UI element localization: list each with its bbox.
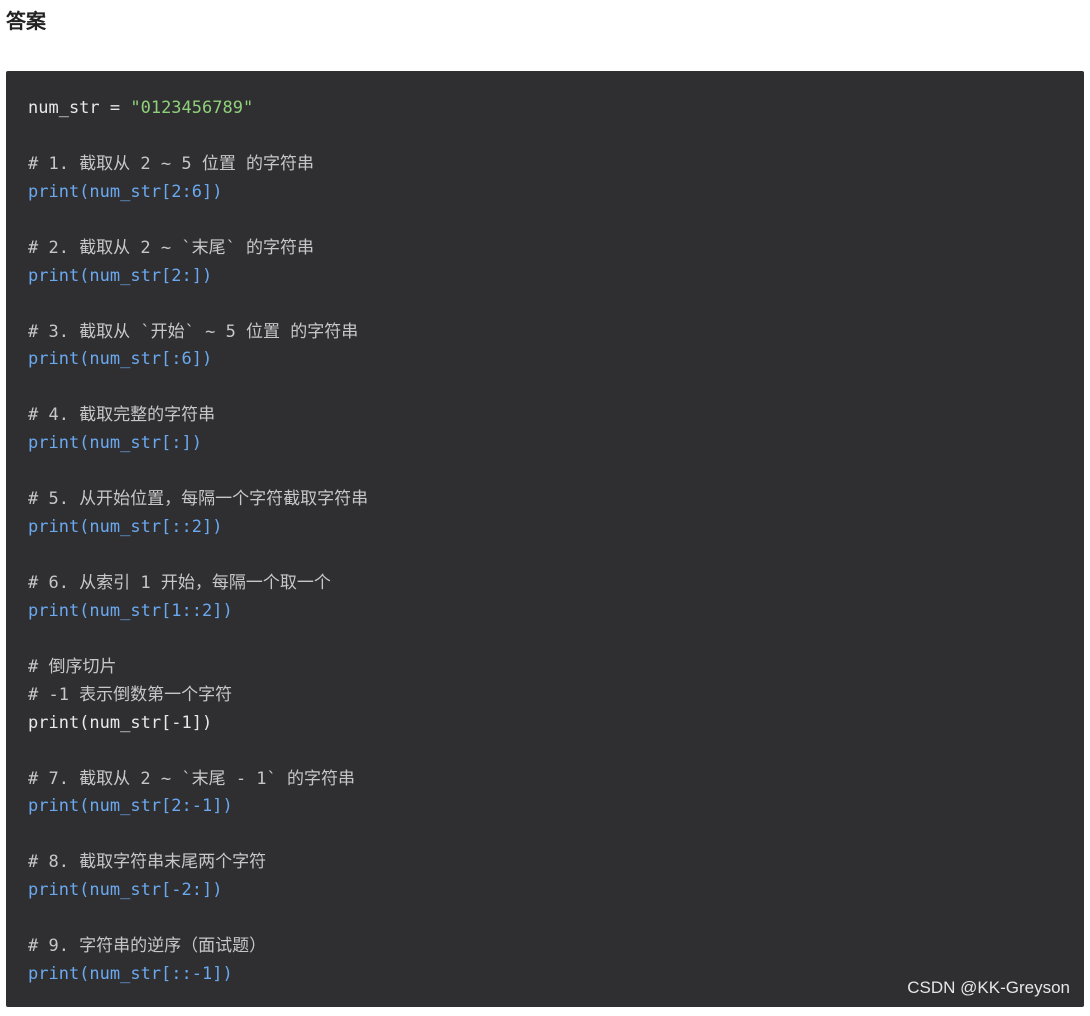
code-token: # 7. 截取从 2 ~ `末尾 - 1` 的字符串 [28,768,355,789]
code-line: print(num_str[2:6]) [28,179,1062,207]
code-line: # 9. 字符串的逆序（面试题） [28,933,1062,961]
code-line: print(num_str[1::2]) [28,598,1062,626]
code-token: # -1 表示倒数第一个字符 [28,684,233,705]
code-token: print(num_str[::-1]) [28,964,233,985]
code-line: print(num_str[:]) [28,430,1062,458]
code-token: # 1. 截取从 2 ~ 5 位置 的字符串 [28,153,315,174]
code-line: # -1 表示倒数第一个字符 [28,682,1062,710]
section-heading: 答案 [6,9,46,33]
code-token: # 2. 截取从 2 ~ `末尾` 的字符串 [28,237,315,258]
code-token: # 6. 从索引 1 开始，每隔一个取一个 [28,572,331,593]
code-line: # 2. 截取从 2 ~ `末尾` 的字符串 [28,235,1062,263]
code-token: print(num_str[2:6]) [28,181,223,202]
code-token: num_str = [28,98,131,118]
code-token: print(num_str[:6]) [28,349,213,370]
code-token: # 5. 从开始位置，每隔一个字符截取字符串 [28,489,369,510]
code-line: print(num_str[2:-1]) [28,793,1062,821]
code-token: # 4. 截取完整的字符串 [28,405,216,426]
code-line: num_str = "0123456789" [28,95,1062,123]
watermark: CSDN @KK-Greyson [907,978,1070,997]
code-token: # 3. 截取从 `开始` ~ 5 位置 的字符串 [28,321,359,342]
code-token: print(num_str[-1]) [28,712,213,733]
code-token: print(num_str[1::2]) [28,600,233,621]
code-line: # 4. 截取完整的字符串 [28,402,1062,430]
code-token: print(num_str[-2:]) [28,880,223,901]
page: 答案 num_str = "0123456789" # 1. 截取从 2 ~ 5 … [0,0,1090,1016]
code-token: print(num_str[::2]) [28,517,223,538]
code-block[interactable]: num_str = "0123456789" # 1. 截取从 2 ~ 5 位置 … [6,71,1084,1007]
code-token: # 8. 截取字符串末尾两个字符 [28,852,267,873]
code-line: print(num_str[-1]) [28,710,1062,738]
code-token: # 9. 字符串的逆序（面试题） [28,936,267,957]
code-line: print(num_str[:6]) [28,346,1062,374]
code-token: print(num_str[2:]) [28,265,213,286]
code-line: # 7. 截取从 2 ~ `末尾 - 1` 的字符串 [28,766,1062,794]
code-line: # 1. 截取从 2 ~ 5 位置 的字符串 [28,151,1062,179]
code-line: # 5. 从开始位置，每隔一个字符截取字符串 [28,486,1062,514]
code-token: print(num_str[2:-1]) [28,796,233,817]
code-lines: num_str = "0123456789" # 1. 截取从 2 ~ 5 位置 … [28,95,1062,989]
code-line: # 倒序切片 [28,654,1062,682]
code-line: # 8. 截取字符串末尾两个字符 [28,849,1062,877]
code-token: "0123456789" [130,98,254,118]
code-line: print(num_str[2:]) [28,263,1062,291]
code-token: print(num_str[:]) [28,433,202,454]
code-token: # 倒序切片 [28,656,117,677]
code-line: print(num_str[::2]) [28,514,1062,542]
code-line: print(num_str[-2:]) [28,877,1062,905]
code-line: # 6. 从索引 1 开始，每隔一个取一个 [28,570,1062,598]
code-line: # 3. 截取从 `开始` ~ 5 位置 的字符串 [28,319,1062,347]
